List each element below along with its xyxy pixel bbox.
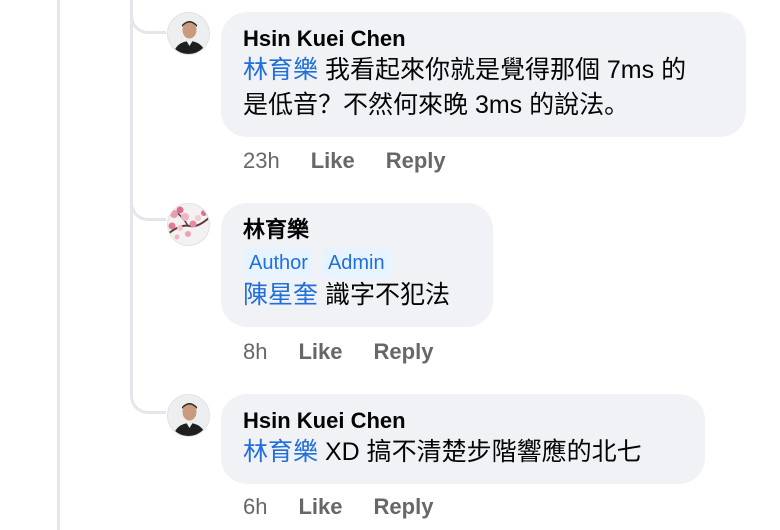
avatar[interactable] <box>167 203 210 246</box>
comment-bubble: Hsin Kuei Chen 林育樂 我看起來你就是覺得那個 7ms 的 是低音… <box>221 12 746 137</box>
comment-bubble: Hsin Kuei Chen 林育樂 XD 搞不清楚步階響應的北七 <box>221 394 705 484</box>
reply-button[interactable]: Reply <box>374 494 434 520</box>
admin-badge[interactable]: Admin <box>321 248 391 278</box>
reply-button[interactable]: Reply <box>386 148 446 174</box>
person-avatar-icon <box>168 13 209 54</box>
person-avatar-icon <box>168 395 209 436</box>
author-badges: Author Admin <box>243 248 471 278</box>
comment-actions: 6h Like Reply <box>243 494 433 520</box>
comment-bubble: 林育樂 Author Admin 陳星奎 識字不犯法 <box>221 203 493 327</box>
reply-button[interactable]: Reply <box>374 339 434 365</box>
comment-text: 陳星奎 識字不犯法 <box>243 278 471 313</box>
thread-connector <box>130 378 166 414</box>
like-button[interactable]: Like <box>311 148 355 174</box>
blossom-avatar-icon <box>168 204 209 245</box>
comment-author[interactable]: Hsin Kuei Chen <box>243 407 683 435</box>
comment-text: 林育樂 XD 搞不清楚步階響應的北七 <box>243 435 683 470</box>
comment-text-line1: 我看起來你就是覺得那個 7ms 的 <box>318 56 687 84</box>
comment-timestamp[interactable]: 8h <box>243 339 267 365</box>
thread-connector <box>130 0 166 34</box>
like-button[interactable]: Like <box>298 494 342 520</box>
thread-line-main <box>57 0 60 530</box>
thread-connector <box>130 185 166 221</box>
avatar[interactable] <box>167 12 210 55</box>
comment-text-line2: 是低音？不然何來晚 3ms 的說法。 <box>243 91 630 119</box>
comment-actions: 8h Like Reply <box>243 339 433 365</box>
comment-timestamp[interactable]: 6h <box>243 494 267 520</box>
avatar[interactable] <box>167 394 210 437</box>
comment-text: 林育樂 我看起來你就是覺得那個 7ms 的 是低音？不然何來晚 3ms 的說法。 <box>243 53 724 123</box>
mention-link[interactable]: 林育樂 <box>243 56 318 84</box>
comment-text-body: 識字不犯法 <box>318 281 450 309</box>
comment-actions: 23h Like Reply <box>243 148 446 174</box>
like-button[interactable]: Like <box>298 339 342 365</box>
author-badge[interactable]: Author <box>243 248 314 278</box>
comment-timestamp[interactable]: 23h <box>243 148 280 174</box>
comment-author[interactable]: 林育樂 <box>243 216 471 244</box>
mention-link[interactable]: 陳星奎 <box>243 281 318 309</box>
comment-author[interactable]: Hsin Kuei Chen <box>243 25 724 53</box>
comment-text-body: XD 搞不清楚步階響應的北七 <box>318 438 642 466</box>
mention-link[interactable]: 林育樂 <box>243 438 318 466</box>
